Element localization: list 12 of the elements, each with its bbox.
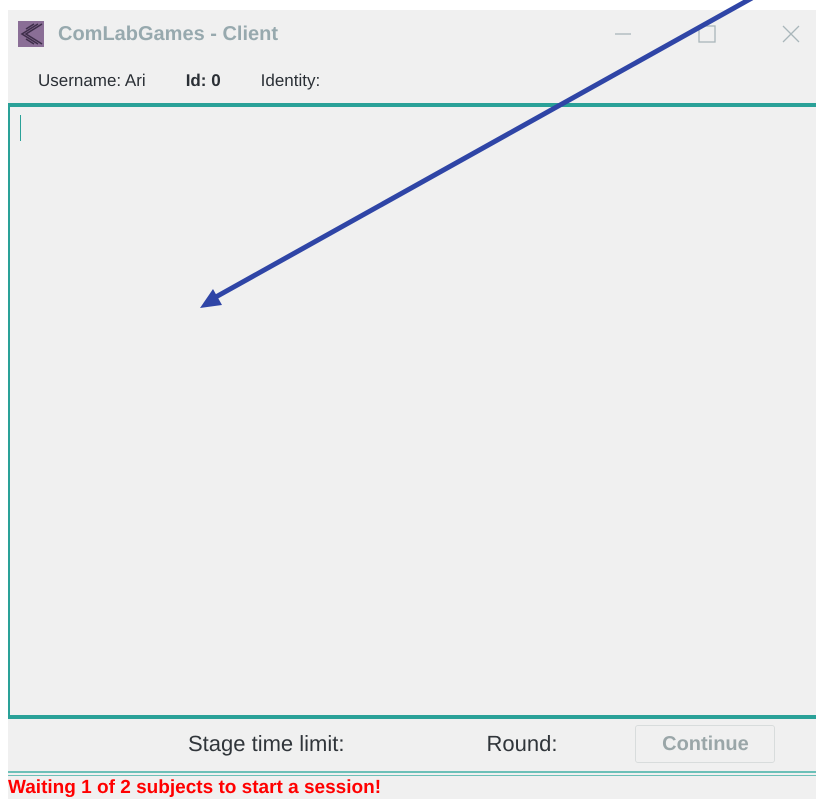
- info-label: Id: 0: [186, 70, 221, 90]
- stage-time-limit-label: Stage time limit:: [188, 731, 344, 757]
- text-cursor: [20, 115, 21, 141]
- window-title: ComLabGames - Client: [58, 22, 278, 46]
- round-label: Round:: [486, 731, 558, 757]
- text-area[interactable]: [8, 103, 816, 719]
- app-logo-icon: [18, 21, 44, 47]
- info-label: Username: Ari: [38, 70, 146, 90]
- close-icon[interactable]: [782, 25, 800, 43]
- status-message: Waiting 1 of 2 subjects to start a session!: [8, 776, 382, 799]
- maximize-icon[interactable]: [698, 25, 716, 43]
- info-label: Identity:: [260, 70, 320, 90]
